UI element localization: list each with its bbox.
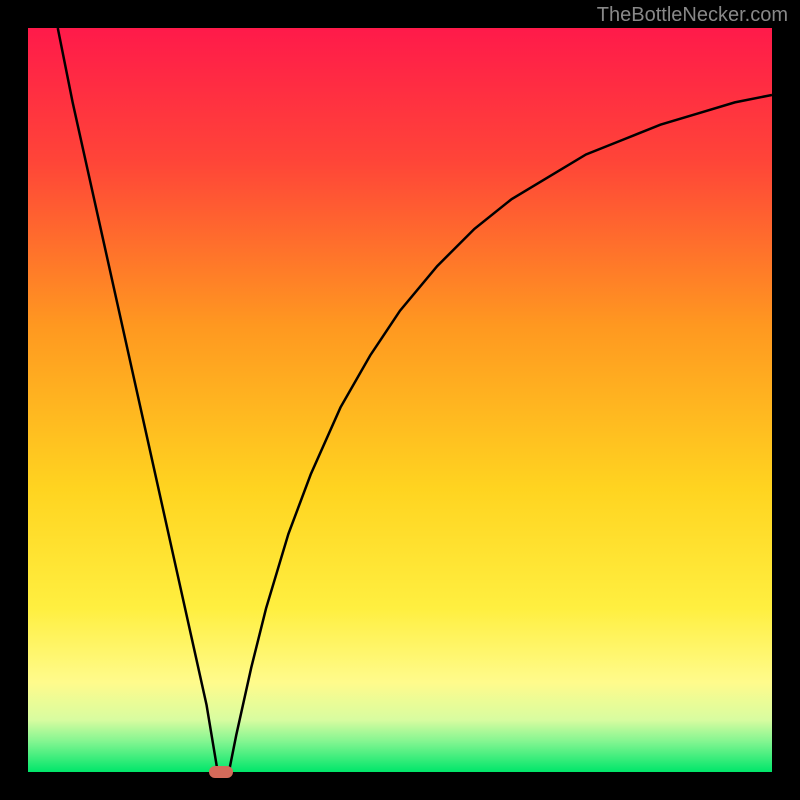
curve-left-segment [58, 28, 218, 772]
optimal-point-marker [209, 766, 233, 778]
chart-area [28, 28, 772, 772]
curve-right-segment [229, 95, 772, 772]
watermark-text: TheBottleNecker.com [597, 4, 788, 27]
bottleneck-curve [28, 28, 772, 772]
